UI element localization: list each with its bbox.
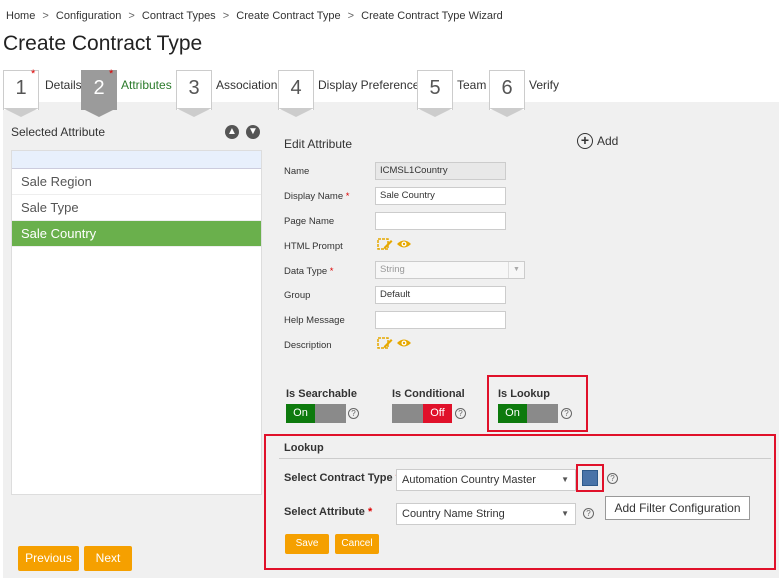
description-label: Description (284, 340, 332, 351)
move-up-icon[interactable]: ▲ (225, 125, 239, 139)
required-mark: * (109, 68, 114, 80)
breadcrumb-separator: > (128, 10, 135, 22)
breadcrumb-wizard: Create Contract Type Wizard (361, 10, 503, 22)
step-number: 3 (176, 70, 212, 110)
page-name-label: Page Name (284, 216, 335, 227)
step-label: Details (45, 78, 82, 92)
step-arrow (176, 108, 212, 117)
breadcrumb-contract-types[interactable]: Contract Types (142, 10, 216, 22)
data-type-label: Data Type * (284, 266, 333, 277)
step-arrow (278, 108, 314, 117)
edit-icon[interactable] (377, 237, 393, 251)
next-button[interactable]: Next (84, 546, 132, 571)
list-item-sale-region[interactable]: Sale Region (12, 169, 261, 195)
breadcrumb-separator: > (42, 10, 49, 22)
display-name-label-text: Display Name (284, 191, 344, 202)
html-prompt-actions (377, 237, 412, 251)
name-label: Name (284, 166, 310, 177)
step-number: 5 (417, 70, 453, 110)
step-label: Team (457, 78, 487, 92)
breadcrumb-configuration[interactable]: Configuration (56, 10, 121, 22)
toggle-track (315, 404, 346, 423)
required-mark: * (31, 68, 36, 80)
help-icon[interactable]: ? (455, 408, 466, 419)
eye-icon[interactable] (396, 337, 412, 349)
attribute-list: Sale Region Sale Type Sale Country (11, 150, 262, 495)
plus-icon: + (577, 133, 593, 149)
step-arrow (417, 108, 453, 117)
data-type-label-text: Data Type (284, 266, 328, 277)
is-conditional-label: Is Conditional (392, 388, 465, 400)
toggle-track (392, 404, 423, 423)
is-searchable-label: Is Searchable (286, 388, 357, 400)
list-item-sale-country[interactable]: Sale Country (12, 221, 261, 247)
list-item-sale-type[interactable]: Sale Type (12, 195, 261, 221)
step-arrow (489, 108, 525, 117)
help-message-label: Help Message (284, 315, 345, 326)
is-conditional-toggle[interactable]: Off (392, 404, 452, 423)
group-field[interactable]: Default (375, 286, 506, 304)
selected-attribute-title: Selected Attribute (11, 125, 106, 139)
help-message-field[interactable] (375, 311, 506, 329)
is-searchable-toggle[interactable]: On (286, 404, 346, 423)
highlight-box-lookup-toggle (487, 375, 588, 432)
chevron-down-icon: ▼ (508, 262, 524, 278)
required-mark: * (345, 191, 350, 202)
breadcrumb-separator: > (347, 10, 355, 22)
step-number: 6 (489, 70, 525, 110)
toggle-state: Off (423, 404, 452, 423)
required-mark: * (329, 266, 334, 277)
step-arrow (81, 108, 117, 117)
edit-attribute-title: Edit Attribute (284, 137, 353, 151)
breadcrumb-separator: > (222, 10, 230, 22)
step-label: Display Preference (318, 78, 420, 92)
step-label: Verify (529, 78, 560, 92)
breadcrumb-home[interactable]: Home (6, 10, 35, 22)
html-prompt-label: HTML Prompt (284, 241, 343, 252)
toggle-state: On (286, 404, 315, 423)
help-icon[interactable]: ? (348, 408, 359, 419)
breadcrumb: Home > Configuration > Contract Types > … (6, 10, 503, 22)
step-label: Association (216, 78, 278, 92)
display-name-label: Display Name * (284, 191, 349, 202)
previous-button[interactable]: Previous (18, 546, 79, 571)
display-name-field[interactable]: Sale Country (375, 187, 506, 205)
page-title: Create Contract Type (3, 32, 203, 55)
group-label: Group (284, 290, 311, 301)
step-arrow (3, 108, 39, 117)
name-field: ICMSL1Country (375, 162, 506, 180)
move-down-icon[interactable]: ▼ (246, 125, 260, 139)
add-label: Add (597, 134, 619, 148)
data-type-value: String (380, 264, 405, 275)
add-button[interactable]: + Add (577, 133, 618, 149)
wizard-steps: 1 * Details 2 * Attributes 3 Association… (0, 68, 779, 120)
highlight-box-lookup-panel (264, 434, 776, 570)
step-number: 4 (278, 70, 314, 110)
page-name-field[interactable] (375, 212, 506, 230)
list-item-blank[interactable] (12, 151, 261, 169)
description-actions (377, 336, 412, 350)
edit-icon[interactable] (377, 336, 393, 350)
data-type-select: String ▼ (375, 261, 525, 279)
breadcrumb-create-contract-type[interactable]: Create Contract Type (236, 10, 340, 22)
eye-icon[interactable] (396, 238, 412, 250)
step-label: Attributes (121, 78, 172, 92)
